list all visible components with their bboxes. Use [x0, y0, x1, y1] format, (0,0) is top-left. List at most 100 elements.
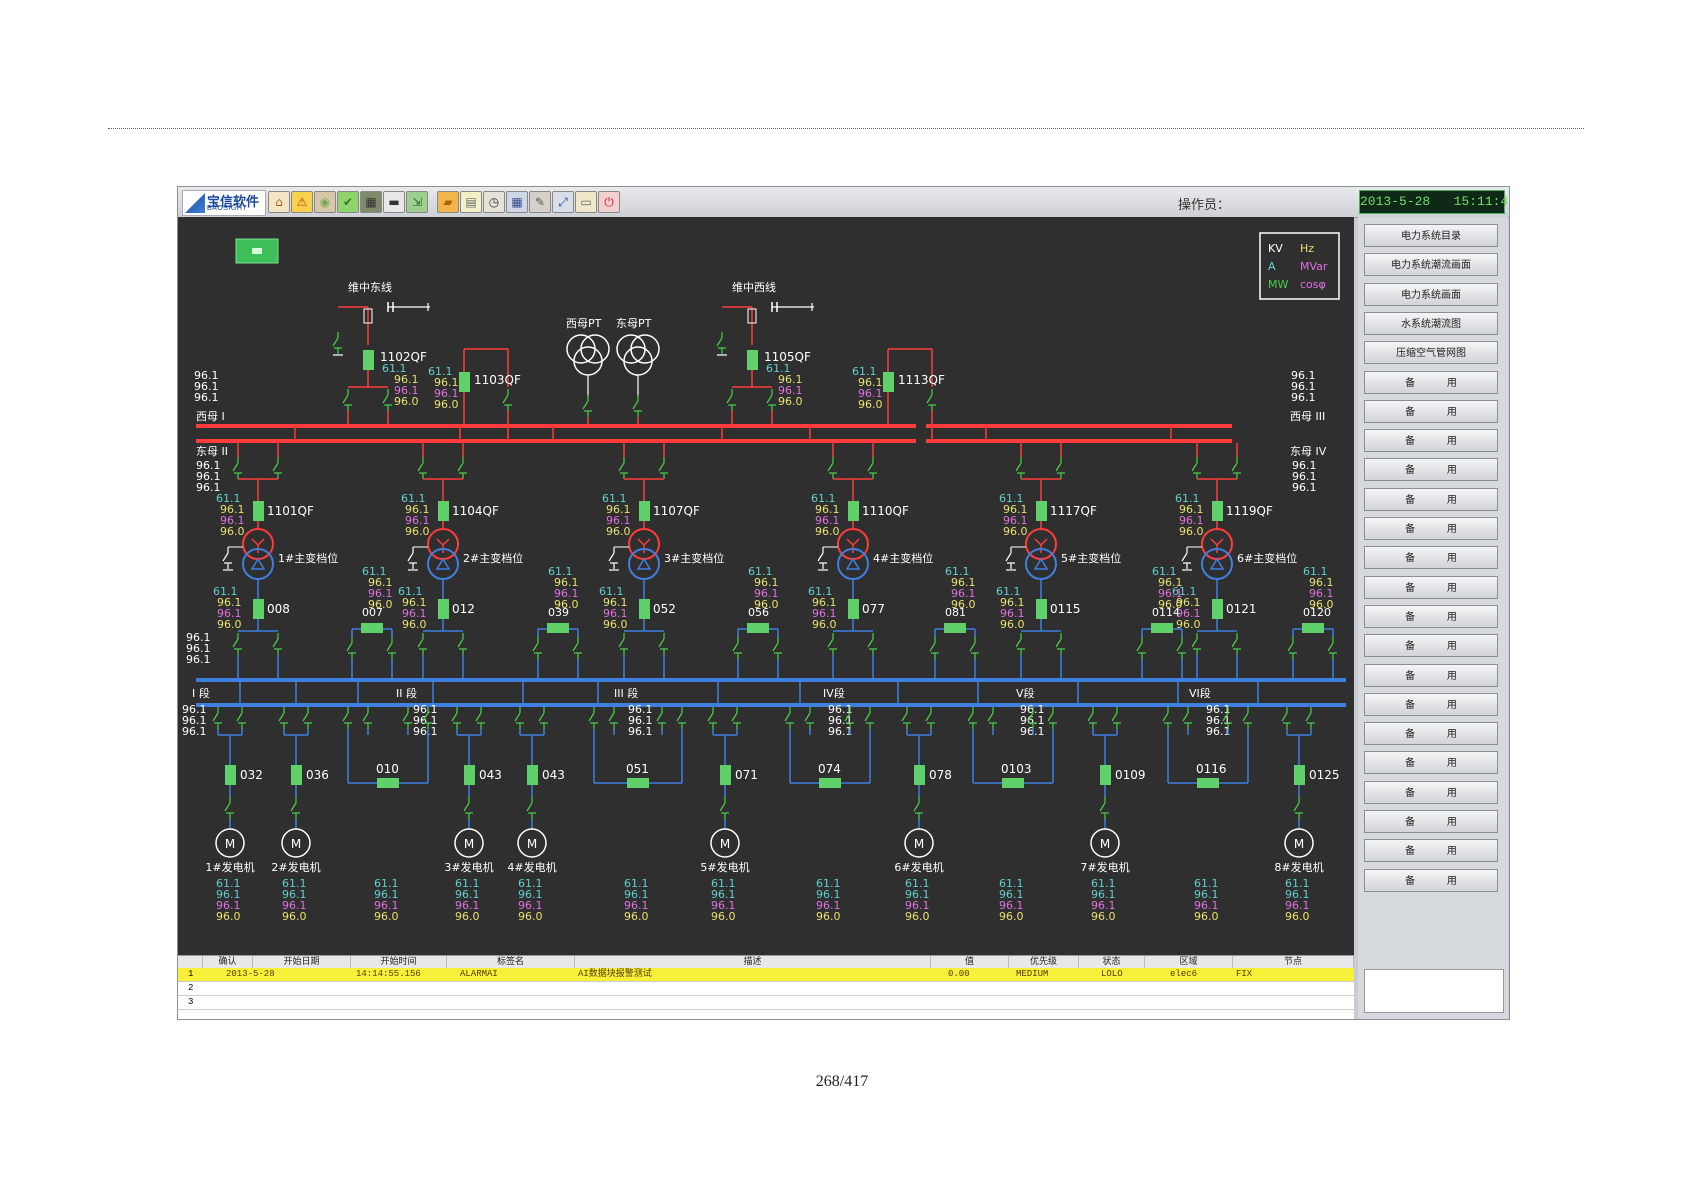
table-icon[interactable]: ▦	[506, 191, 528, 213]
tie-breaker-0116[interactable]	[1197, 778, 1219, 788]
alarm-header[interactable]: 开始日期	[253, 956, 351, 968]
spare-button[interactable]: 备 用	[1364, 429, 1498, 453]
check-icon[interactable]: ✔	[337, 191, 359, 213]
breaker-1105QF[interactable]	[747, 350, 758, 370]
tie-breaker-081[interactable]	[944, 623, 966, 633]
transformer-lv-winding	[1201, 548, 1233, 580]
breaker-1117QF[interactable]	[1036, 501, 1047, 521]
spare-button[interactable]: 备 用	[1364, 663, 1498, 687]
alarm-header[interactable]: 值	[931, 956, 1009, 968]
warning-icon[interactable]: ⚠	[291, 191, 313, 213]
tie-breaker-056[interactable]	[747, 623, 769, 633]
spare-button[interactable]: 备 用	[1364, 370, 1498, 394]
clock-icon[interactable]: ◷	[483, 191, 505, 213]
breaker-012[interactable]	[438, 599, 449, 619]
nav-button-3[interactable]: 电力系统画面	[1364, 282, 1498, 306]
breaker-071[interactable]	[720, 765, 731, 785]
breaker-1110QF[interactable]	[848, 501, 859, 521]
breaker-1103QF[interactable]	[459, 372, 470, 392]
alarm-header[interactable]: 节点	[1233, 956, 1354, 968]
user-exit-icon[interactable]: ⇲	[406, 191, 428, 213]
spare-button[interactable]: 备 用	[1364, 604, 1498, 628]
nav-button-1[interactable]: 电力系统目录	[1364, 224, 1498, 247]
spare-button[interactable]: 备 用	[1364, 517, 1498, 540]
disconnect-switch	[212, 712, 219, 722]
nav-button-5[interactable]: 压缩空气管网图	[1364, 341, 1498, 365]
breaker-077[interactable]	[848, 599, 859, 619]
spare-button[interactable]: 备 用	[1364, 839, 1498, 863]
breaker-052[interactable]	[639, 599, 650, 619]
breaker-1104QF[interactable]	[438, 501, 449, 521]
tie-breaker-074[interactable]	[819, 778, 841, 788]
breaker-008[interactable]	[253, 599, 264, 619]
breaker-0115[interactable]	[1036, 599, 1047, 619]
gauge-icon[interactable]: ◉	[314, 191, 336, 213]
generator-measure: 96.0	[455, 910, 480, 923]
alarm-row[interactable]: 1 2013-5-28 14:14:55.156 ALARMAI AI数据块报警测试 0.…	[178, 968, 1354, 982]
breaker-043[interactable]	[527, 765, 538, 785]
disconnect-switch	[232, 462, 239, 472]
alarm-header[interactable]: 描述	[575, 956, 931, 968]
spare-button[interactable]: 备 用	[1364, 780, 1498, 804]
tie-breaker-039[interactable]	[547, 623, 569, 633]
spare-button[interactable]: 备 用	[1364, 487, 1498, 511]
alarm-row[interactable]: 3	[178, 996, 1354, 1010]
note-icon[interactable]: ▤	[460, 191, 482, 213]
nav-button-2[interactable]: 电力系统潮流画面	[1364, 253, 1498, 277]
breaker-0109[interactable]	[1100, 765, 1111, 785]
power-icon[interactable]: ⏻	[598, 191, 620, 213]
tools-icon[interactable]: ✎	[529, 191, 551, 213]
spare-button[interactable]: 备 用	[1364, 458, 1498, 482]
breaker-036[interactable]	[291, 765, 302, 785]
breaker-1101QF[interactable]	[253, 501, 264, 521]
breaker-078[interactable]	[914, 765, 925, 785]
tie-breaker-051[interactable]	[627, 778, 649, 788]
disconnect-switch	[1181, 552, 1188, 562]
disconnect-switch	[346, 642, 353, 652]
tie-breaker-0120[interactable]	[1302, 623, 1324, 633]
print-icon[interactable]: ▭	[575, 191, 597, 213]
nav-button-4[interactable]: 水系统潮流图	[1364, 311, 1498, 335]
breaker-1113QF[interactable]	[883, 372, 894, 392]
spare-button[interactable]: 备 用	[1364, 399, 1498, 423]
breaker-0121[interactable]	[1212, 599, 1223, 619]
home-icon[interactable]: ⌂	[268, 191, 290, 213]
breaker-043[interactable]	[464, 765, 475, 785]
alarm-header[interactable]: 状态	[1079, 956, 1145, 968]
alarm-header[interactable]: 区域	[1145, 956, 1233, 968]
bus-label: 西母 III	[1290, 410, 1325, 423]
breaker-032[interactable]	[225, 765, 236, 785]
spare-button[interactable]: 备 用	[1364, 868, 1498, 892]
breaker-1102QF[interactable]	[363, 350, 374, 370]
tie-breaker-0103[interactable]	[1002, 778, 1024, 788]
alarm-header[interactable]: 确认	[203, 956, 253, 968]
spare-button[interactable]: 备 用	[1364, 575, 1498, 599]
breaker-1107QF[interactable]	[639, 501, 650, 521]
tie-breaker-010[interactable]	[377, 778, 399, 788]
breaker-1119QF[interactable]	[1212, 501, 1223, 521]
pointer-icon[interactable]: ⤢	[552, 191, 574, 213]
transformer-label: 6#主变档位	[1237, 551, 1297, 565]
spare-button[interactable]: 备 用	[1364, 692, 1498, 716]
alarm-row-number: 2	[188, 983, 194, 993]
motor-symbol: M	[1294, 837, 1304, 851]
alarm-header[interactable]: 优先级	[1009, 956, 1079, 968]
alarm-header[interactable]: 标签名	[447, 956, 575, 968]
tie-breaker-0114[interactable]	[1151, 623, 1173, 633]
chart-icon[interactable]: ▦	[360, 191, 382, 213]
tie-breaker-007[interactable]	[361, 623, 383, 633]
disconnect-switch	[514, 712, 521, 722]
folder-icon[interactable]: ▰	[437, 191, 459, 213]
spare-button[interactable]: 备 用	[1364, 546, 1498, 570]
spare-button[interactable]: 备 用	[1364, 810, 1498, 833]
spare-button[interactable]: 备 用	[1364, 634, 1498, 658]
spare-button[interactable]: 备 用	[1364, 722, 1498, 746]
spare-button[interactable]: 备 用	[1364, 751, 1498, 775]
disconnect-switch	[1182, 712, 1189, 722]
save-icon[interactable]: ▬	[383, 191, 405, 213]
generator-label: 3#发电机	[444, 860, 493, 874]
breaker-0125[interactable]	[1294, 765, 1305, 785]
disconnect-switch	[1015, 638, 1022, 648]
alarm-row[interactable]: 2	[178, 982, 1354, 996]
alarm-header[interactable]: 开始时间	[351, 956, 447, 968]
